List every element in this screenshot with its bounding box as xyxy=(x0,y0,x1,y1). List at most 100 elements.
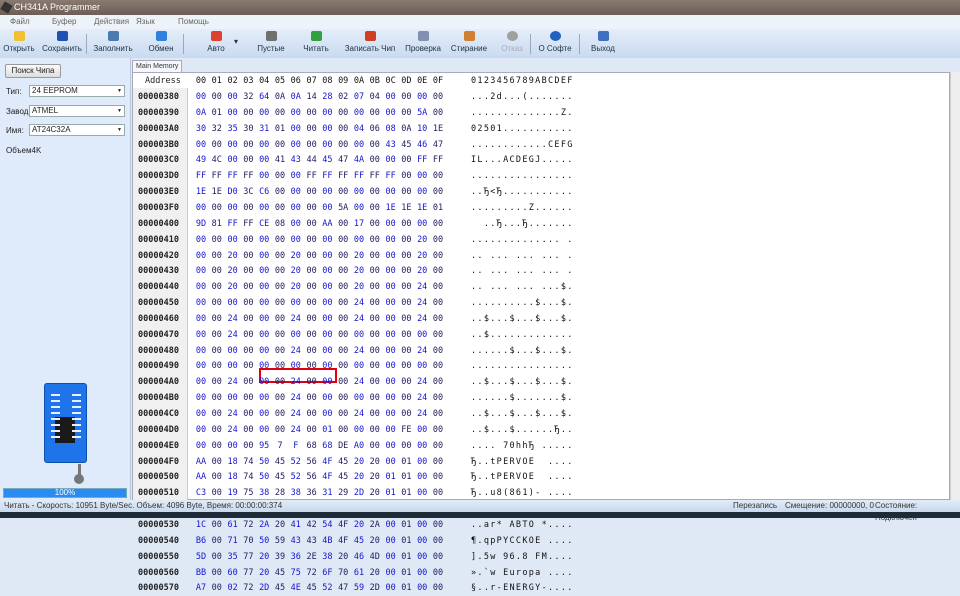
hex-byte[interactable]: 00 xyxy=(194,280,208,295)
hex-byte[interactable]: 00 xyxy=(399,249,413,264)
menu-item[interactable]: Файл xyxy=(0,15,42,29)
hex-byte[interactable]: 00 xyxy=(384,264,398,279)
hex-byte[interactable]: 00 xyxy=(273,201,287,216)
hex-byte[interactable]: 01 xyxy=(399,581,413,596)
hex-byte[interactable]: 70 xyxy=(336,566,350,581)
hex-byte[interactable]: 00 xyxy=(399,391,413,406)
hex-byte[interactable]: 00 xyxy=(384,391,398,406)
hex-byte[interactable]: 00 xyxy=(352,233,366,248)
hex-byte[interactable]: 24 xyxy=(289,391,303,406)
hex-byte[interactable]: 28 xyxy=(273,486,287,501)
hex-byte[interactable]: 00 xyxy=(273,312,287,327)
hex-byte[interactable]: 00 xyxy=(273,185,287,200)
hex-byte[interactable]: 31 xyxy=(257,122,271,137)
menu-item[interactable]: Язык xyxy=(126,15,168,29)
hex-byte[interactable]: 24 xyxy=(415,375,429,390)
hex-byte[interactable]: 00 xyxy=(415,328,429,343)
hex-byte[interactable]: 68 xyxy=(305,439,319,454)
hex-byte[interactable]: 7 xyxy=(273,439,287,454)
hex-byte[interactable]: 00 xyxy=(305,122,319,137)
hex-byte[interactable]: BB xyxy=(194,566,208,581)
hex-byte[interactable]: 2A xyxy=(257,518,271,533)
hex-byte[interactable]: 00 xyxy=(194,328,208,343)
hex-byte[interactable]: 00 xyxy=(194,264,208,279)
hex-byte[interactable]: 00 xyxy=(368,138,382,153)
hex-byte[interactable]: 00 xyxy=(257,375,271,390)
hex-byte[interactable]: 00 xyxy=(336,328,350,343)
hex-byte[interactable]: 6F xyxy=(320,566,334,581)
hex-byte[interactable]: 00 xyxy=(194,423,208,438)
hex-byte[interactable]: 00 xyxy=(431,359,445,374)
hex-byte[interactable]: 00 xyxy=(368,233,382,248)
hex-byte[interactable]: 00 xyxy=(257,296,271,311)
hex-byte[interactable]: FF xyxy=(336,169,350,184)
hex-byte[interactable]: 00 xyxy=(368,344,382,359)
hex-byte[interactable]: 00 xyxy=(368,423,382,438)
hex-byte[interactable]: 95 xyxy=(257,439,271,454)
hex-byte[interactable]: 00 xyxy=(273,328,287,343)
hex-byte[interactable]: 00 xyxy=(399,312,413,327)
hex-byte[interactable]: 00 xyxy=(368,264,382,279)
hex-byte[interactable]: 00 xyxy=(415,90,429,105)
hex-byte[interactable]: 00 xyxy=(289,233,303,248)
hex-byte[interactable]: 00 xyxy=(431,328,445,343)
hex-byte[interactable]: 00 xyxy=(273,138,287,153)
hex-byte[interactable]: 20 xyxy=(352,455,366,470)
hex-byte[interactable]: 00 xyxy=(210,486,224,501)
hex-byte[interactable]: 00 xyxy=(431,249,445,264)
hex-byte[interactable]: 0A xyxy=(399,122,413,137)
toolbar-button-9[interactable]: Записать Чип xyxy=(338,29,402,58)
hex-byte[interactable]: 00 xyxy=(241,138,255,153)
hex-byte[interactable]: 00 xyxy=(336,312,350,327)
hex-byte[interactable]: 00 xyxy=(226,296,240,311)
hex-byte[interactable]: 00 xyxy=(305,106,319,121)
hex-byte[interactable]: 00 xyxy=(320,138,334,153)
hex-byte[interactable]: 17 xyxy=(352,217,366,232)
hex-byte[interactable]: 00 xyxy=(415,185,429,200)
hex-byte[interactable]: FF xyxy=(226,169,240,184)
hex-byte[interactable]: 00 xyxy=(305,328,319,343)
hex-byte[interactable]: 00 xyxy=(241,296,255,311)
hex-byte[interactable]: 1E xyxy=(384,201,398,216)
hex-byte[interactable]: 01 xyxy=(320,423,334,438)
hex-byte[interactable]: 00 xyxy=(210,375,224,390)
hex-byte[interactable]: 50 xyxy=(257,455,271,470)
hex-byte[interactable]: 61 xyxy=(352,566,366,581)
hex-byte[interactable]: 00 xyxy=(431,185,445,200)
hex-byte[interactable]: 24 xyxy=(226,375,240,390)
hex-byte[interactable]: 00 xyxy=(210,439,224,454)
hex-byte[interactable]: 2D xyxy=(257,581,271,596)
hex-byte[interactable]: 00 xyxy=(368,217,382,232)
hex-byte[interactable]: 00 xyxy=(241,344,255,359)
hex-byte[interactable]: 36 xyxy=(289,550,303,565)
hex-byte[interactable]: 00 xyxy=(210,201,224,216)
hex-editor[interactable]: Address 0123456789ABCDEF 00 01 02 03 04 05 06 0… xyxy=(132,72,950,593)
hex-byte[interactable]: 00 xyxy=(415,423,429,438)
hex-byte[interactable]: 00 xyxy=(336,423,350,438)
hex-byte[interactable]: 00 xyxy=(210,581,224,596)
vertical-scrollbar[interactable] xyxy=(950,72,960,500)
hex-byte[interactable]: 00 xyxy=(241,106,255,121)
hex-byte[interactable]: 00 xyxy=(210,264,224,279)
menu-item[interactable]: Действия xyxy=(84,15,129,29)
hex-byte[interactable]: 00 xyxy=(257,169,271,184)
hex-byte[interactable]: 00 xyxy=(399,90,413,105)
hex-byte[interactable]: 00 xyxy=(399,280,413,295)
hex-byte[interactable]: 00 xyxy=(368,328,382,343)
hex-byte[interactable]: 00 xyxy=(336,249,350,264)
hex-byte[interactable]: 24 xyxy=(352,296,366,311)
toolbar-button-0[interactable]: Открыть xyxy=(0,29,38,58)
hex-byte[interactable]: 00 xyxy=(384,375,398,390)
hex-byte[interactable]: 00 xyxy=(305,391,319,406)
type-select[interactable]: 24 EEPROM xyxy=(29,85,125,97)
hex-byte[interactable]: 00 xyxy=(194,407,208,422)
hex-byte[interactable]: 00 xyxy=(384,233,398,248)
hex-byte[interactable]: 00 xyxy=(226,106,240,121)
hex-byte[interactable]: 00 xyxy=(210,249,224,264)
hex-byte[interactable]: FF xyxy=(431,153,445,168)
hex-byte[interactable]: 60 xyxy=(226,566,240,581)
hex-byte[interactable]: 20 xyxy=(336,550,350,565)
hex-byte[interactable]: 20 xyxy=(352,280,366,295)
hex-byte[interactable]: 24 xyxy=(289,375,303,390)
hex-byte[interactable]: 00 xyxy=(241,391,255,406)
